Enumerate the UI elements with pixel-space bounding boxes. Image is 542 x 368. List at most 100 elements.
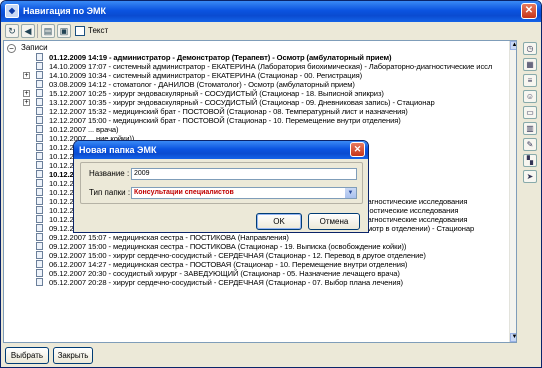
- expand-icon[interactable]: +: [23, 72, 30, 79]
- tree-row[interactable]: 05.12.2007 20:30 - сосудистый хирург - З…: [4, 269, 516, 278]
- dialog-close-button[interactable]: ✕: [350, 142, 365, 157]
- chevron-down-icon[interactable]: ▼: [345, 188, 356, 198]
- document-icon: [36, 143, 43, 151]
- select-button[interactable]: Выбрать: [5, 347, 49, 364]
- tree-root-label: Записи: [21, 43, 48, 52]
- tree-row[interactable]: 10.12.2007 ... врача): [4, 125, 516, 134]
- tree-row[interactable]: 05.12.2007 20:28 - хирург сердечно-сосуд…: [4, 278, 516, 287]
- dialog-title-bar: Новая папка ЭМК ✕: [74, 141, 368, 159]
- dialog-title: Новая папка ЭМК: [79, 145, 157, 155]
- document-icon: [36, 161, 43, 169]
- tree-row[interactable]: 09.12.2007 15:00 - медицинская сестра - …: [4, 242, 516, 251]
- tree-row[interactable]: +15.12.2007 10:25 - хирург эндоваскулярн…: [4, 89, 516, 98]
- document-icon: [36, 107, 43, 115]
- folder-type-value: Консультации специалистов: [134, 189, 234, 196]
- toolbar: ↻ ◀ ▤ ▣ Текст: [3, 23, 539, 40]
- tree-row[interactable]: 12.12.2007 15:32 - медицинский брат - ПО…: [4, 107, 516, 116]
- tree-row[interactable]: +14.10.2009 10:34 - системный администра…: [4, 71, 516, 80]
- ok-button[interactable]: OK: [256, 213, 302, 230]
- tree-row-label: 10.12.2007 ... врача): [49, 125, 119, 134]
- cancel-button[interactable]: Отмена: [308, 213, 360, 230]
- tree-row[interactable]: 03.08.2009 14:12 - стоматолог - ДАНИЛОВ …: [4, 80, 516, 89]
- expand-icon[interactable]: +: [23, 90, 30, 97]
- tree-row[interactable]: 12.12.2007 15:00 - медицинский брат - ПО…: [4, 116, 516, 125]
- name-input[interactable]: 2009: [131, 168, 357, 180]
- tree-row-label: 09.12.2007 15:00 - хирург сердечно-сосуд…: [49, 251, 426, 260]
- clipboard-icon[interactable]: ▥: [523, 122, 537, 135]
- document-icon: [36, 152, 43, 160]
- document-icon: [36, 170, 43, 178]
- main-window: ◆ Навигация по ЭМК ✕ ↻ ◀ ▤ ▣ Текст − Зап…: [0, 0, 542, 368]
- text-checkbox[interactable]: [75, 26, 85, 36]
- clock-icon[interactable]: ◷: [523, 42, 537, 55]
- document-icon: [36, 53, 43, 61]
- toolbar-separator: [37, 24, 38, 38]
- title-bar: ◆ Навигация по ЭМК ✕: [1, 1, 541, 22]
- document-icon: [36, 269, 43, 277]
- user-card-icon[interactable]: ▭: [523, 106, 537, 119]
- close-window-button[interactable]: ✕: [521, 3, 537, 19]
- tree-row-label: 01.12.2009 14:19 - администратор - Демон…: [49, 53, 392, 62]
- tree-row[interactable]: 14.10.2009 17:07 - системный администрат…: [4, 62, 516, 71]
- calendar-icon[interactable]: ▦: [523, 58, 537, 71]
- dialog-fields-group: Название : 2009 Тип папки : Консультации…: [80, 162, 363, 204]
- app-icon: ◆: [5, 4, 19, 18]
- tree-row-label: 09.12.2007 15:00 - медицинская сестра - …: [49, 242, 407, 251]
- tree-row[interactable]: 09.12.2007 15:07 - медицинская сестра - …: [4, 233, 516, 242]
- document-icon: [36, 89, 43, 97]
- tree-row-label: 15.12.2007 10:25 - хирург эндоваскулярны…: [49, 89, 384, 98]
- tree-row-label: 14.10.2009 10:34 - системный администрат…: [49, 71, 363, 80]
- document-icon: [36, 197, 43, 205]
- scroll-up-icon[interactable]: ▲: [510, 41, 516, 50]
- document-icon: [36, 125, 43, 133]
- window-title: Навигация по ЭМК: [23, 6, 106, 16]
- tree-row-label: 13.12.2007 10:35 - хирург эндоваскулярны…: [49, 98, 435, 107]
- tree-row[interactable]: 01.12.2009 14:19 - администратор - Демон…: [4, 53, 516, 62]
- name-label: Название :: [89, 169, 130, 178]
- document-icon: [36, 242, 43, 250]
- scroll-down-icon[interactable]: ▼: [510, 333, 516, 342]
- vertical-scrollbar[interactable]: ▲ ▼: [509, 41, 516, 342]
- tree-row-label: 05.12.2007 20:28 - хирург сердечно-сосуд…: [49, 278, 403, 287]
- collapse-icon[interactable]: −: [7, 44, 16, 53]
- back-icon[interactable]: ◀: [21, 24, 35, 38]
- document-icon: [36, 215, 43, 223]
- document-icon: [36, 224, 43, 232]
- tree-row-label: 12.12.2007 15:32 - медицинский брат - ПО…: [49, 107, 408, 116]
- tree-row[interactable]: 06.12.2007 14:27 - медицинская сестра - …: [4, 260, 516, 269]
- document-icon: [36, 188, 43, 196]
- document-icon: [36, 233, 43, 241]
- arrow-icon[interactable]: ➤: [523, 170, 537, 183]
- side-toolbar: ◷ ▦ ≡ ☺ ▭ ▥ ✎ ▚ ➤: [519, 40, 541, 343]
- document-icon: [36, 116, 43, 124]
- folders-icon[interactable]: ▤: [41, 24, 55, 38]
- tree-row[interactable]: 09.12.2007 15:00 - хирург сердечно-сосуд…: [4, 251, 516, 260]
- document-icon: [36, 179, 43, 187]
- tools-icon[interactable]: ✎: [523, 138, 537, 151]
- layout-icon[interactable]: ▚: [523, 154, 537, 167]
- person-icon[interactable]: ☺: [523, 90, 537, 103]
- document-icon: [36, 206, 43, 214]
- type-label: Тип папки :: [89, 188, 131, 197]
- list-icon[interactable]: ≡: [523, 74, 537, 87]
- document-icon: [36, 71, 43, 79]
- document-icon: [36, 134, 43, 142]
- expand-icon[interactable]: +: [23, 99, 30, 106]
- tree-row-label: 12.12.2007 15:00 - медицинский брат - ПО…: [49, 116, 401, 125]
- document-icon: [36, 251, 43, 259]
- document-icon: [36, 80, 43, 88]
- refresh-icon[interactable]: ↻: [5, 24, 19, 38]
- save-icon[interactable]: ▣: [57, 24, 71, 38]
- document-icon: [36, 278, 43, 286]
- tree-row-label: 09.12.2007 15:07 - медицинская сестра - …: [49, 233, 289, 242]
- folder-type-select[interactable]: Консультации специалистов ▼: [131, 187, 357, 199]
- tree-row-label: 03.08.2009 14:12 - стоматолог - ДАНИЛОВ …: [49, 80, 355, 89]
- tree-row-label: 05.12.2007 20:30 - сосудистый хирург - З…: [49, 269, 400, 278]
- document-icon: [36, 62, 43, 70]
- tree-row[interactable]: +13.12.2007 10:35 - хирург эндоваскулярн…: [4, 98, 516, 107]
- document-icon: [36, 260, 43, 268]
- close-button[interactable]: Закрыть: [53, 347, 93, 364]
- document-icon: [36, 98, 43, 106]
- text-checkbox-label: Текст: [88, 26, 109, 35]
- new-folder-dialog: Новая папка ЭМК ✕ Название : 2009 Тип па…: [73, 140, 369, 233]
